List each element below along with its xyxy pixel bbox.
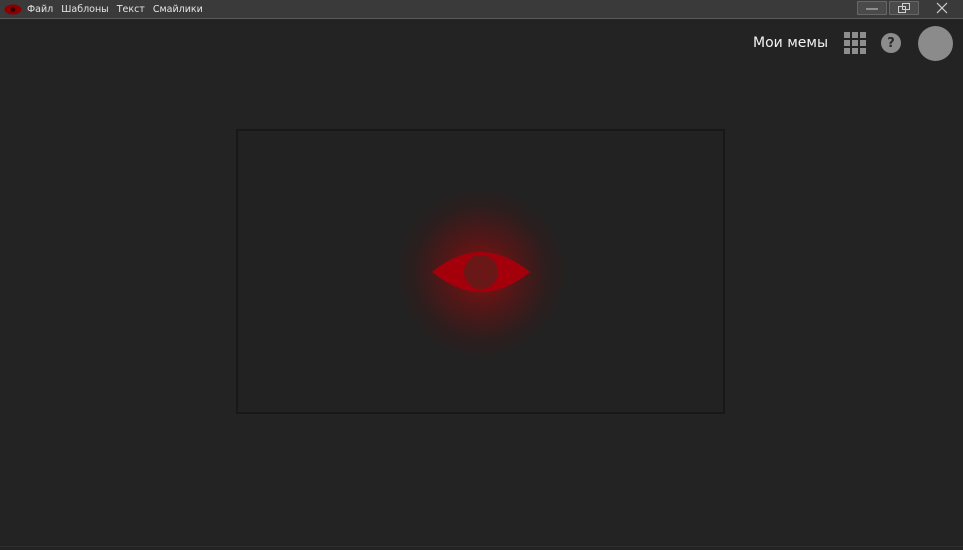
my-memes-link[interactable]: Мои мемы: [753, 35, 828, 51]
close-icon: [936, 2, 948, 14]
menu-text[interactable]: Текст: [117, 4, 145, 15]
avatar[interactable]: [918, 25, 953, 61]
header-actions: Мои мемы ?: [753, 25, 953, 61]
menu-file[interactable]: Файл: [27, 4, 53, 15]
window-bottom-edge: [0, 546, 963, 547]
minimize-button[interactable]: [857, 1, 887, 15]
menu-bar: Файл Шаблоны Текст Смайлики: [27, 4, 211, 15]
eye-icon: [432, 252, 530, 292]
restore-button[interactable]: [889, 1, 919, 15]
menu-templates[interactable]: Шаблоны: [61, 4, 108, 15]
grid-icon[interactable]: [844, 32, 866, 54]
app-logo-icon[interactable]: [4, 2, 24, 16]
close-button[interactable]: [921, 1, 963, 15]
restore-icon: [898, 3, 910, 13]
title-bar: Файл Шаблоны Текст Смайлики: [0, 0, 963, 19]
help-icon[interactable]: ?: [881, 33, 901, 53]
window-controls: [857, 0, 963, 17]
menu-smileys[interactable]: Смайлики: [153, 4, 203, 15]
minimize-icon: [866, 8, 878, 10]
